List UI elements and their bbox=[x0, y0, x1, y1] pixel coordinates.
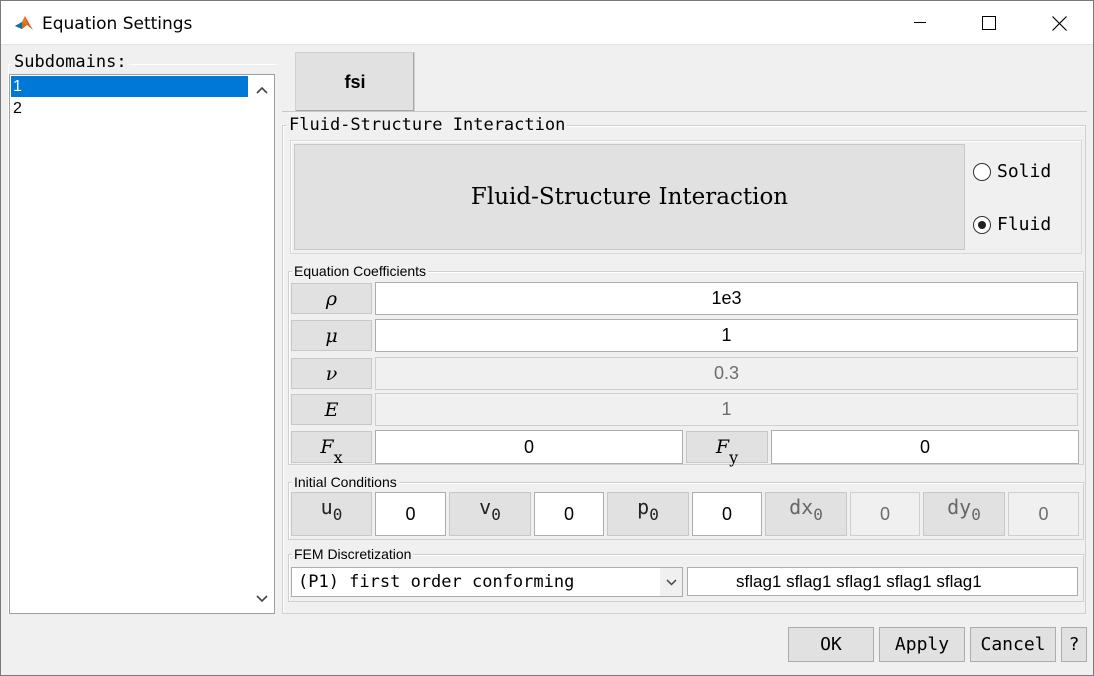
Fx-symbol: F bbox=[320, 436, 334, 458]
chevron-down-icon bbox=[665, 578, 677, 586]
p0-label: p0 bbox=[607, 492, 689, 536]
window-title: Equation Settings bbox=[42, 14, 193, 34]
cancel-button[interactable]: Cancel bbox=[970, 627, 1056, 662]
fem-flags-field[interactable]: sflag1 sflag1 sflag1 sflag1 sflag1 bbox=[687, 567, 1078, 596]
fsi-mode-button[interactable]: fsi bbox=[295, 52, 415, 112]
divider bbox=[282, 111, 1087, 112]
subdomains-label: Subdomains: bbox=[12, 52, 129, 72]
chevron-up-icon bbox=[256, 86, 268, 94]
v0-label: v0 bbox=[449, 492, 531, 536]
u0-label: u0 bbox=[291, 492, 372, 536]
dx0-field[interactable]: 0 bbox=[850, 492, 920, 536]
nu-field[interactable]: 0.3 bbox=[375, 357, 1078, 390]
Fy-field[interactable]: 0 bbox=[771, 430, 1079, 464]
list-item[interactable]: 1 bbox=[11, 76, 248, 97]
Fx-label: Fx bbox=[291, 431, 372, 467]
p0-symbol: p bbox=[637, 495, 650, 519]
scroll-down-button[interactable] bbox=[251, 588, 273, 610]
title-bar: Equation Settings bbox=[1, 1, 1093, 45]
E-field[interactable]: 1 bbox=[375, 393, 1078, 426]
minimize-button[interactable] bbox=[897, 1, 943, 45]
dx0-subscript: 0 bbox=[813, 505, 823, 524]
maximize-button[interactable] bbox=[966, 1, 1012, 45]
equation-header-box: Fluid-Structure Interaction bbox=[294, 144, 965, 250]
minimize-icon bbox=[914, 22, 926, 23]
p0-subscript: 0 bbox=[649, 505, 659, 524]
dy0-subscript: 0 bbox=[971, 505, 981, 524]
subdomains-listbox[interactable]: 1 2 bbox=[9, 74, 275, 614]
dx0-symbol: dx bbox=[789, 495, 814, 519]
Fx-subscript: x bbox=[333, 447, 343, 467]
u0-field[interactable]: 0 bbox=[375, 492, 446, 536]
v0-symbol: v bbox=[479, 495, 492, 519]
v0-field[interactable]: 0 bbox=[534, 492, 604, 536]
solid-radio[interactable] bbox=[973, 163, 991, 181]
equation-settings-window: Equation Settings Subdomains: 1 2 fsi Fl… bbox=[0, 0, 1094, 676]
rho-field[interactable]: 1e3 bbox=[375, 282, 1078, 315]
initial-conditions-title: Initial Conditions bbox=[292, 474, 399, 490]
equation-header-text: Fluid-Structure Interaction bbox=[470, 184, 789, 210]
rho-label: ρ bbox=[291, 283, 372, 314]
v0-subscript: 0 bbox=[491, 505, 501, 524]
p0-field[interactable]: 0 bbox=[692, 492, 762, 536]
fem-title: FEM Discretization bbox=[292, 546, 414, 562]
matlab-icon bbox=[15, 16, 33, 30]
dy0-label: dy 0 bbox=[923, 492, 1005, 536]
u0-subscript: 0 bbox=[332, 505, 343, 524]
list-item[interactable]: 2 bbox=[11, 98, 248, 119]
mu-label: μ bbox=[291, 320, 372, 351]
fluid-radio[interactable] bbox=[973, 216, 991, 234]
nu-label: ν bbox=[291, 358, 372, 389]
fsi-panel-title: Fluid-Structure Interaction bbox=[287, 115, 568, 135]
fem-dropdown-arrow[interactable] bbox=[660, 568, 682, 596]
Fx-field[interactable]: 0 bbox=[375, 430, 683, 464]
E-label: E bbox=[291, 394, 372, 425]
chevron-down-icon bbox=[256, 595, 268, 603]
mu-field[interactable]: 1 bbox=[375, 319, 1078, 352]
fem-dropdown-value: (P1) first order conforming bbox=[298, 572, 575, 592]
fluid-radio-label[interactable]: Fluid bbox=[997, 214, 1051, 235]
Fy-label: Fy bbox=[686, 431, 768, 467]
scroll-up-button[interactable] bbox=[251, 79, 273, 101]
u0-symbol: u bbox=[320, 495, 333, 519]
help-button[interactable]: ? bbox=[1061, 627, 1087, 662]
dx0-label: dx 0 bbox=[765, 492, 847, 536]
Fy-symbol: F bbox=[715, 436, 730, 458]
Fy-subscript: y bbox=[729, 447, 739, 467]
dy0-symbol: dy bbox=[947, 495, 972, 519]
fsi-mode-label: fsi bbox=[344, 71, 366, 92]
dy0-field[interactable]: 0 bbox=[1008, 492, 1079, 536]
radio-selected-dot bbox=[978, 221, 986, 229]
coefficients-title: Equation Coefficients bbox=[292, 263, 429, 279]
close-button[interactable] bbox=[1036, 1, 1082, 45]
ok-button[interactable]: OK bbox=[788, 627, 874, 662]
maximize-icon bbox=[982, 16, 996, 30]
close-icon bbox=[1051, 15, 1067, 31]
apply-button[interactable]: Apply bbox=[879, 627, 965, 662]
fem-dropdown[interactable]: (P1) first order conforming bbox=[291, 567, 683, 597]
solid-radio-label[interactable]: Solid bbox=[997, 161, 1051, 182]
